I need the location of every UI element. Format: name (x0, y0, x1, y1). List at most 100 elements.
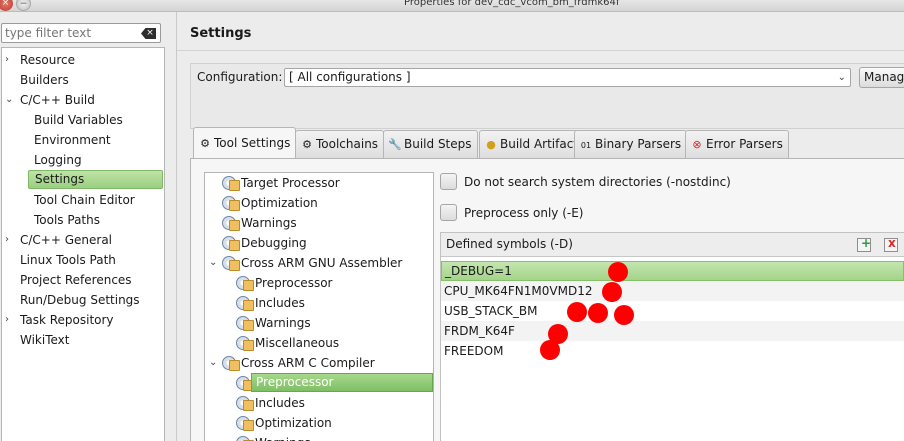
configuration-select[interactable]: [ All configurations ] ⌄ (284, 68, 851, 87)
collapse-arrow-icon[interactable]: ⌄ (5, 90, 13, 110)
tree-item-label: Resource (20, 53, 76, 67)
tool-tree-label: Warnings (255, 316, 311, 330)
tree-item-label: Tool Chain Editor (34, 193, 135, 207)
tool-tree-label: Cross ARM C Compiler (241, 356, 375, 370)
tree-item-wikitext[interactable]: WikiText (2, 330, 164, 350)
tool-tree-label: Debugging (241, 236, 307, 250)
tool-tree-label: Preprocessor (255, 276, 333, 290)
filter-input[interactable] (5, 25, 135, 41)
tree-item-logging[interactable]: Logging (2, 150, 164, 170)
tool-tree-item[interactable]: Warnings (205, 313, 433, 333)
left-navigation-pane: × › Resource Builders ⌄ C/C++ Build Buil… (0, 12, 166, 441)
add-symbol-icon[interactable] (857, 236, 871, 252)
tab-tool-settings[interactable]: ⚙ Tool Settings (193, 127, 297, 159)
expand-arrow-icon[interactable]: › (5, 310, 9, 330)
tool-option-icon (222, 176, 240, 191)
tree-item-cpp-general[interactable]: › C/C++ General (2, 230, 164, 250)
close-window-icon[interactable]: × (0, 0, 13, 11)
tree-item-resource[interactable]: › Resource (2, 50, 164, 70)
tree-item-environment[interactable]: Environment (2, 130, 164, 150)
tool-option-icon (236, 436, 254, 441)
tree-item-task-repository[interactable]: › Task Repository (2, 310, 164, 330)
tool-tree-item[interactable]: Warnings (205, 433, 433, 441)
build-artifact-icon: ● (486, 138, 496, 151)
build-steps-icon: 🔧 (388, 138, 402, 151)
tool-tree-item[interactable]: Miscellaneous (205, 333, 433, 353)
expand-arrow-icon[interactable]: › (5, 50, 9, 70)
tab-build-artifact[interactable]: ● Build Artifact (479, 130, 584, 158)
tree-item-run-debug-settings[interactable]: Run/Debug Settings (2, 290, 164, 310)
nostdinc-checkbox[interactable] (440, 173, 457, 190)
collapse-arrow-icon[interactable]: ⌄ (209, 353, 217, 373)
chevron-down-icon: ⌄ (837, 72, 846, 83)
configuration-value: [ All configurations ] (289, 70, 411, 84)
tree-item-label: Linux Tools Path (20, 253, 116, 267)
property-tree: › Resource Builders ⌄ C/C++ Build Build … (1, 47, 165, 441)
tree-item-build-variables[interactable]: Build Variables (2, 110, 164, 130)
tool-tree-item[interactable]: ⌄ Cross ARM GNU Assembler (205, 253, 433, 273)
tab-build-steps[interactable]: 🔧 Build Steps (383, 130, 478, 158)
page-title: Settings (190, 26, 252, 41)
minimize-window-icon[interactable]: − (16, 0, 31, 11)
divider (177, 50, 904, 51)
manage-configurations-button[interactable]: Manage (859, 67, 904, 88)
tool-tree-item[interactable]: ⌄ Cross ARM C Compiler (205, 353, 433, 373)
configuration-label: Configuration: (197, 70, 283, 84)
tool-option-icon (236, 316, 254, 331)
red-annotation-dot (608, 262, 628, 282)
tree-item-cpp-build[interactable]: ⌄ C/C++ Build (2, 90, 164, 110)
binary-parsers-icon: 01 (580, 141, 592, 150)
tree-item-tool-chain-editor[interactable]: Tool Chain Editor (2, 190, 164, 210)
tree-item-settings[interactable]: Settings (2, 170, 164, 190)
tool-tree-label: Cross ARM GNU Assembler (241, 256, 403, 270)
tree-item-label: WikiText (20, 333, 70, 347)
tab-toolchains[interactable]: ⚙ Toolchains (295, 130, 385, 158)
tab-label: Build Steps (404, 137, 472, 151)
tab-label: Build Artifact (500, 137, 578, 151)
delete-symbol-icon[interactable] (884, 236, 898, 252)
tool-tree-item[interactable]: Includes (205, 393, 433, 413)
symbol-row[interactable]: _DEBUG=1 (441, 261, 904, 281)
symbol-row[interactable]: CPU_MK64FN1M0VMD12 (441, 281, 904, 301)
tool-tree-item[interactable]: Optimization (205, 413, 433, 433)
tool-tree-label: Preprocessor (251, 373, 433, 392)
tab-error-parsers[interactable]: ⊗ Error Parsers (685, 130, 789, 158)
tool-tree-item[interactable]: Warnings (205, 213, 433, 233)
tool-settings-icon: ⚙ (200, 137, 210, 150)
tool-tree-label: Miscellaneous (255, 336, 340, 350)
preprocess-only-label: Preprocess only (-E) (464, 206, 584, 220)
tool-tree-item[interactable]: Includes (205, 293, 433, 313)
symbol-row[interactable]: USB_STACK_BM (441, 301, 904, 321)
tree-item-tools-paths[interactable]: Tools Paths (2, 210, 164, 230)
clear-filter-icon[interactable]: × (141, 28, 156, 39)
red-annotation-dot (602, 282, 622, 302)
tree-item-builders[interactable]: Builders (2, 70, 164, 90)
preprocess-only-checkbox[interactable] (440, 204, 457, 221)
tree-item-label: Settings (28, 170, 163, 189)
symbol-row[interactable]: FRDM_K64F (441, 321, 904, 341)
tree-item-project-references[interactable]: Project References (2, 270, 164, 290)
tool-option-icon (222, 236, 240, 251)
tree-item-label: Run/Debug Settings (20, 293, 140, 307)
collapse-arrow-icon[interactable]: ⌄ (209, 253, 217, 273)
tool-tree-item[interactable]: Target Processor (205, 173, 433, 193)
tab-binary-parsers[interactable]: 01 Binary Parsers (574, 130, 688, 158)
tree-item-label: Environment (34, 133, 111, 147)
tree-item-label: Build Variables (34, 113, 123, 127)
tool-option-icon (236, 396, 254, 411)
tool-tree-item[interactable]: Preprocessor (205, 273, 433, 293)
expand-arrow-icon[interactable]: › (5, 230, 9, 250)
tool-tree-item[interactable]: Debugging (205, 233, 433, 253)
red-annotation-dot (588, 303, 608, 323)
tree-item-label: Project References (20, 273, 132, 287)
tree-item-label: Task Repository (20, 313, 114, 327)
tree-item-label: Logging (34, 153, 82, 167)
tool-tree-item[interactable]: Optimization (205, 193, 433, 213)
tool-tree-label: Warnings (241, 216, 297, 230)
tab-label: Error Parsers (706, 137, 783, 151)
toolchains-icon: ⚙ (302, 138, 312, 151)
symbol-row[interactable]: FREEDOM (441, 341, 904, 361)
tab-label: Binary Parsers (595, 137, 682, 151)
tree-item-linux-tools-path[interactable]: Linux Tools Path (2, 250, 164, 270)
tool-tree-item[interactable]: Preprocessor (205, 373, 433, 393)
